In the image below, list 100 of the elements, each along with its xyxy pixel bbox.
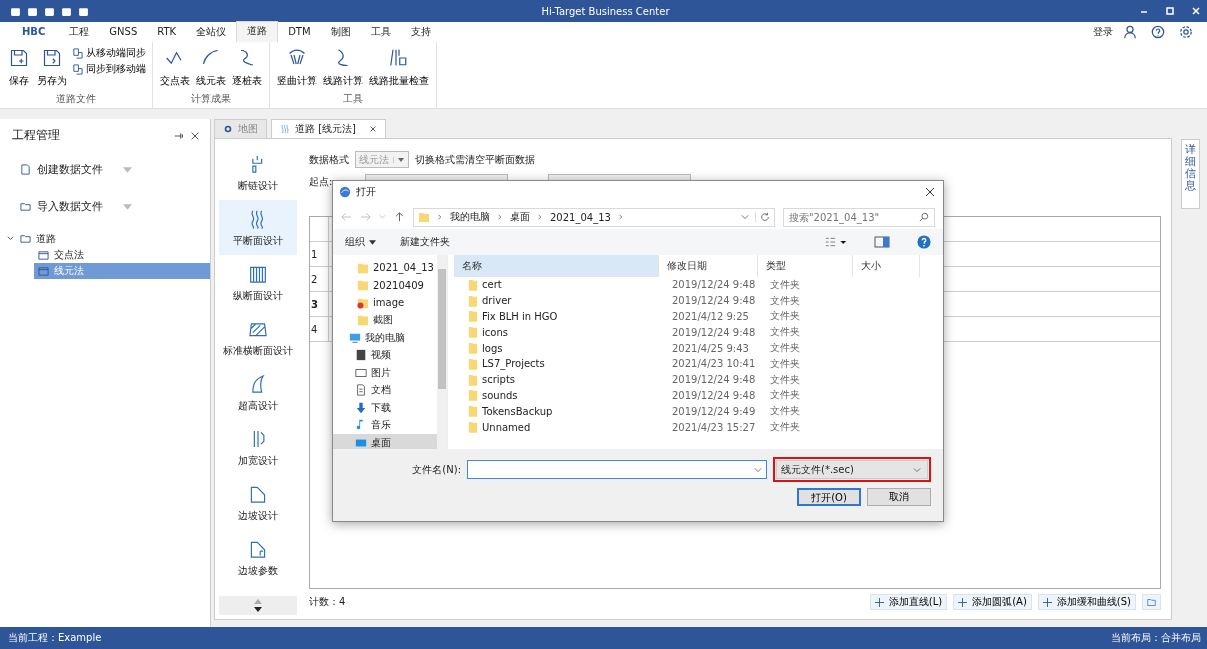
folder-icon — [468, 310, 478, 323]
design-nav-item[interactable]: 断链设计 — [219, 145, 297, 200]
search-field[interactable]: 搜索"2021_04_13" — [783, 207, 935, 227]
add-button[interactable]: 添加直线(L) — [869, 594, 948, 610]
ribbon-button[interactable]: 逐桩表 — [229, 46, 265, 88]
design-nav-item[interactable]: 加宽设计 — [219, 420, 297, 475]
menu-tab[interactable]: GNSS — [99, 22, 148, 42]
filename-field[interactable] — [467, 460, 767, 479]
tree-item[interactable]: 道路 — [36, 231, 56, 246]
design-nav-item[interactable]: 平断面设计 — [219, 200, 297, 255]
tree-item[interactable]: 交点法 — [54, 248, 84, 262]
file-name[interactable]: LS7_Projects — [482, 358, 545, 370]
scrollbar[interactable] — [437, 255, 447, 449]
menu-tab[interactable]: HBC — [8, 22, 60, 42]
nav-item[interactable]: 视频 — [333, 346, 437, 364]
column-header[interactable]: 名称 — [454, 255, 659, 277]
organize-menu[interactable]: 组织 — [345, 235, 376, 249]
menu-tab[interactable]: 支持 — [400, 22, 441, 42]
file-name[interactable]: sounds — [482, 389, 518, 401]
nav-item[interactable]: 截图 — [333, 311, 437, 329]
column-header[interactable]: 大小 — [853, 255, 920, 277]
file-name[interactable]: driver — [482, 295, 512, 307]
folder-button[interactable] — [1142, 594, 1161, 610]
refresh-icon[interactable] — [755, 212, 770, 222]
maximize-icon[interactable] — [1165, 6, 1175, 16]
view-icon[interactable] — [825, 236, 847, 248]
new-folder-button[interactable]: 新建文件夹 — [400, 235, 450, 249]
file-name[interactable]: logs — [482, 342, 503, 354]
ribbon-button[interactable]: 竖曲计算 — [274, 46, 320, 88]
help-icon[interactable] — [917, 235, 931, 249]
preview-pane-icon[interactable] — [871, 236, 893, 248]
nav-item[interactable]: 20210409 — [333, 276, 437, 294]
column-header[interactable]: 类型 — [758, 255, 853, 277]
toolbar-icon[interactable] — [27, 5, 38, 17]
toolbar-icon[interactable] — [61, 5, 72, 17]
menu-tab[interactable]: 工程 — [59, 22, 100, 42]
menu-tab[interactable]: 工具 — [360, 22, 401, 42]
nav-item[interactable]: 图片 — [333, 364, 437, 382]
toolbar-icon[interactable] — [78, 5, 89, 17]
nav-item[interactable]: 我的电脑 — [333, 329, 437, 347]
settings-icon[interactable] — [1179, 25, 1193, 39]
file-name[interactable]: scripts — [482, 374, 516, 386]
breadcrumb[interactable]: 2021_04_13 — [550, 211, 611, 223]
login-link[interactable]: 登录 — [1093, 25, 1113, 39]
file-name[interactable]: cert — [482, 279, 502, 291]
cancel-button[interactable]: 取消 — [867, 488, 931, 506]
chevron-icon[interactable] — [436, 214, 444, 220]
close-icon[interactable] — [925, 187, 935, 197]
plus-icon — [1042, 597, 1052, 607]
up-icon[interactable] — [394, 212, 405, 222]
design-nav-item[interactable]: 边坡设计 — [219, 475, 297, 530]
document-tab[interactable]: 道路 [线元法] — [271, 119, 386, 138]
nav-item[interactable]: image — [333, 294, 437, 312]
scroll-down-icon[interactable] — [254, 607, 262, 612]
chevron-icon[interactable] — [536, 214, 544, 220]
file-name[interactable]: icons — [482, 326, 508, 338]
panel-action[interactable]: 创建数据文件 — [37, 162, 117, 177]
side-tab[interactable]: 详细信息 — [1181, 139, 1200, 209]
design-nav-item[interactable]: 边坡参数 — [219, 530, 297, 585]
toolbar-icon[interactable] — [10, 5, 21, 17]
breadcrumb[interactable]: 我的电脑 — [450, 210, 490, 224]
file-name[interactable]: Unnamed — [482, 421, 531, 433]
ribbon-button[interactable]: 另存为 — [34, 46, 70, 88]
close-icon[interactable] — [369, 125, 377, 133]
chevron-icon[interactable] — [496, 214, 504, 220]
address-bar[interactable]: 我的电脑 桌面 2021_04_13 — [413, 207, 775, 227]
user-icon[interactable] — [1123, 25, 1137, 39]
nav-item[interactable]: 文档 — [333, 381, 437, 399]
toolbar-icon[interactable] — [44, 5, 55, 17]
panel-action[interactable]: 导入数据文件 — [37, 199, 117, 214]
ribbon-button[interactable]: 线路批量检查 — [366, 46, 432, 88]
menu-tab[interactable]: 制图 — [320, 22, 361, 42]
add-button[interactable]: 添加缓和曲线(S) — [1037, 594, 1136, 610]
menu-tab[interactable]: 全站仪 — [186, 22, 237, 42]
help-icon[interactable] — [1151, 25, 1165, 39]
expand-icon[interactable] — [6, 234, 15, 243]
chevron-icon[interactable] — [616, 214, 625, 220]
menu-tab[interactable]: DTM — [278, 22, 321, 42]
file-type: 文件夹 — [769, 277, 801, 292]
column-header[interactable]: 修改日期 — [659, 255, 758, 277]
close-icon[interactable] — [190, 130, 200, 141]
design-nav-item[interactable]: 超高设计 — [219, 365, 297, 420]
file-name[interactable]: Fix BLH in HGO — [482, 311, 558, 322]
ribbon-button[interactable]: 交点表 — [157, 46, 193, 88]
design-nav-item[interactable]: 标准横断面设计 — [219, 310, 297, 365]
open-button[interactable]: 打开(O) — [797, 488, 861, 506]
ribbon-button[interactable]: 线路计算 — [320, 46, 366, 88]
nav-item[interactable]: 音乐 — [333, 416, 437, 434]
file-name[interactable]: TokensBackup — [482, 405, 553, 417]
add-button[interactable]: 添加圆弧(A) — [953, 594, 1032, 610]
ribbon-button[interactable]: 线元表 — [193, 46, 229, 88]
design-nav-item[interactable]: 纵断面设计 — [219, 255, 297, 310]
nav-item[interactable]: 下载 — [333, 399, 437, 417]
ribbon-button[interactable]: 保存 — [4, 46, 34, 88]
file-type-dropdown[interactable]: 线元文件(*.sec) — [776, 460, 928, 479]
nav-item[interactable]: 2021_04_13 — [333, 259, 437, 277]
ribbon-button[interactable]: 从移动端同步 — [70, 46, 148, 60]
breadcrumb[interactable]: 桌面 — [510, 210, 530, 224]
menu-tab[interactable]: RTK — [147, 22, 187, 42]
ribbon-button[interactable]: 同步到移动端 — [70, 62, 148, 76]
